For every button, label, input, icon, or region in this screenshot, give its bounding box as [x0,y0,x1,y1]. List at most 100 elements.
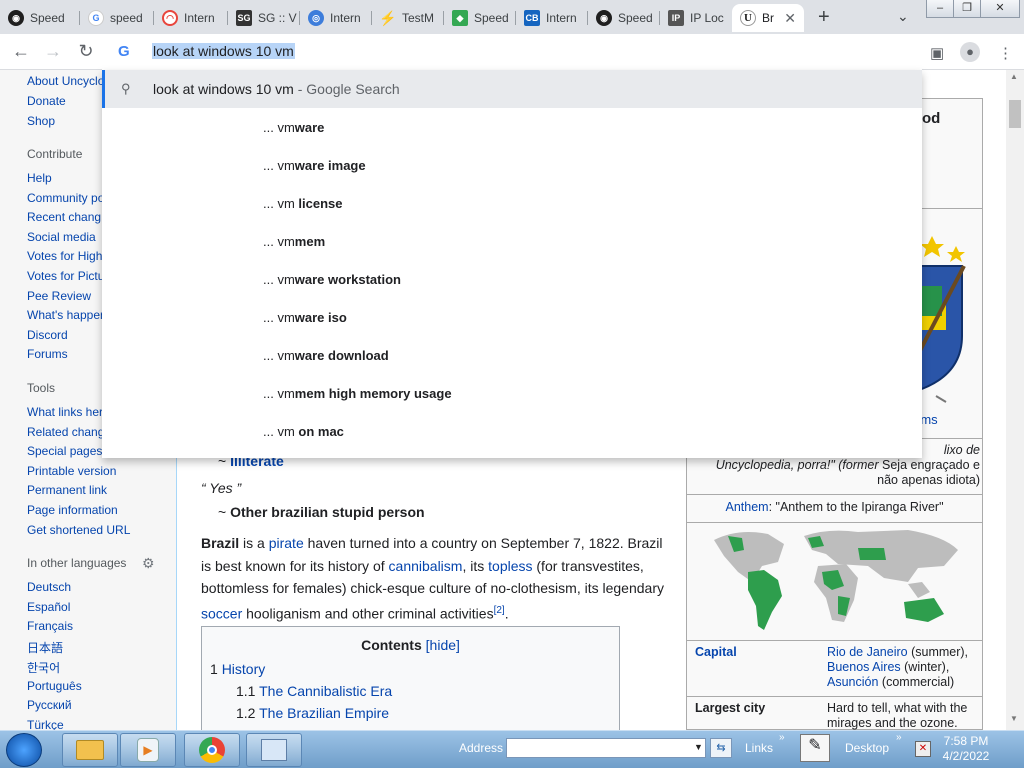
reference-2[interactable]: [2] [494,605,505,616]
tab-brazil-active[interactable]: U Br ✕ [732,4,804,32]
suggestion-item[interactable]: ... vm on mac [263,424,344,439]
suggestion-item[interactable]: ... vmmem high memory usage [263,386,452,401]
forward-arrow-icon[interactable]: → [41,41,65,62]
address-dropdown-icon[interactable]: ▼ [694,742,703,752]
sidebar-link[interactable]: Help [27,171,52,185]
rio-link[interactable]: Rio de Janeiro [827,645,908,659]
network-warning-icon[interactable]: ✕ [915,741,931,757]
new-tab-button[interactable]: + [818,6,830,29]
language-link[interactable]: 日本語 [27,639,63,656]
tab-ip-location[interactable]: IP IP Loc [660,4,732,32]
links-chevron-icon[interactable]: » [779,732,785,743]
tab-label: Intern [184,11,215,25]
back-arrow-icon[interactable]: ← [9,41,33,62]
minimize-button[interactable]: – [926,0,954,18]
language-link[interactable]: 한국어 [27,659,60,676]
capital-label[interactable]: Capital [695,645,737,659]
sidebar-link[interactable]: Votes for High [27,249,102,263]
taskbar-address-input[interactable] [506,738,706,758]
sidebar-link[interactable]: What's happen [27,308,107,322]
menu-kebab-icon[interactable]: ⋮ [998,44,1013,62]
suggestion-item[interactable]: ... vmware workstation [263,272,401,287]
tab-internet-1[interactable]: ◠ Intern [154,4,228,32]
tab-speed-2[interactable]: G speed [80,4,154,32]
language-link[interactable]: Русский [27,698,72,712]
tab-speed-3[interactable]: ◆ Speed [444,4,516,32]
scroll-down-arrow-icon[interactable]: ▼ [1010,714,1018,723]
asuncion-link[interactable]: Asunción [827,675,878,689]
scrollbar-thumb[interactable] [1009,100,1021,128]
sidebar-link[interactable]: Discord [27,328,68,342]
language-link[interactable]: Français [27,619,73,633]
taskbar-chrome[interactable] [184,733,240,767]
toc-item[interactable]: 1.1 The Cannibalistic Era [236,683,392,699]
taskbar-media-player[interactable]: ▶ [120,733,176,767]
tab-internet-3[interactable]: CB Intern [516,4,588,32]
close-tab-icon[interactable]: ✕ [784,10,796,27]
scroll-up-arrow-icon[interactable]: ▲ [1010,72,1018,81]
sidebar-link[interactable]: Special pages [27,444,102,458]
tab-testm[interactable]: ⚡ TestM [372,4,444,32]
sidebar-link[interactable]: What links her [27,405,103,419]
suggestion-item[interactable]: ... vmware download [263,348,389,363]
sidebar-link[interactable]: Votes for Pictu [27,269,104,283]
links-toolbar[interactable]: Links [745,741,773,755]
sidebar-link[interactable]: Pee Review [27,289,91,303]
go-arrow-icon[interactable]: ⇆ [710,738,732,758]
cannibalism-link[interactable]: cannibalism [389,558,463,574]
map-icon: ◆ [452,10,468,26]
sidebar-link[interactable]: Shop [27,114,55,128]
page-scrollbar[interactable] [1006,70,1024,730]
buenos-aires-link[interactable]: Buenos Aires [827,660,901,674]
taskbar-explorer[interactable] [62,733,118,767]
taskbar-clock[interactable]: 7:58 PM 4/2/2022 [938,734,994,764]
soccer-link[interactable]: soccer [201,605,242,621]
language-link[interactable]: Português [27,679,82,693]
maximize-button[interactable]: ❐ [953,0,981,18]
sidebar-link[interactable]: Recent chang [27,210,101,224]
sidebar-link[interactable]: Permanent link [27,483,107,497]
toc-hide-link[interactable]: [hide] [426,637,460,653]
tab-label: Br [762,11,774,25]
sidebar-link[interactable]: Get shortened URL [27,523,130,537]
suggestion-item[interactable]: ... vm license [263,196,342,211]
desktop-toolbar[interactable]: Desktop [845,741,889,755]
anthem-link[interactable]: Anthem [725,500,768,514]
sidebar-link[interactable]: Related chang [27,425,104,439]
sidebar-link[interactable]: Page information [27,503,118,517]
sidebar-link[interactable]: Community po [27,191,104,205]
tab-speed-1[interactable]: ◉ Speed [0,4,80,32]
tab-search-chevron-icon[interactable]: ⌄ [897,8,909,25]
profile-avatar-icon[interactable]: ● [960,42,980,62]
pirate-link[interactable]: pirate [269,535,304,551]
side-panel-icon[interactable]: ▣ [930,44,944,62]
language-link[interactable]: Español [27,600,70,614]
sidebar-link[interactable]: Forums [27,347,68,361]
start-button[interactable] [6,733,42,767]
sg-icon: SG [236,10,252,26]
suggestion-item[interactable]: ... vmware [263,120,324,135]
suggestion-google-search[interactable]: ⚲ look at windows 10 vm - Google Search [102,70,922,108]
tab-internet-2[interactable]: ◎ Intern [300,4,372,32]
omnibox[interactable]: G look at windows 10 vm [102,34,922,70]
suggestion-item[interactable]: ... vmmem [263,234,325,249]
sidebar-link[interactable]: Donate [27,94,66,108]
reload-icon[interactable]: ↻ [74,41,98,62]
suggestion-item[interactable]: ... vmware image [263,158,366,173]
sidebar-link[interactable]: Social media [27,230,96,244]
sidebar-link[interactable]: Printable version [27,464,116,478]
toc-item[interactable]: 1 History [210,661,265,677]
close-window-button[interactable]: ✕ [980,0,1020,18]
omnibox-input[interactable]: look at windows 10 vm [152,43,295,59]
suggestion-item[interactable]: ... vmware iso [263,310,347,325]
desktop-chevron-icon[interactable]: » [896,732,902,743]
topless-link[interactable]: topless [488,558,532,574]
signature-icon[interactable]: ✎ [800,734,830,762]
tab-speed-4[interactable]: ◉ Speed [588,4,660,32]
language-link[interactable]: Deutsch [27,580,71,594]
gear-icon[interactable]: ⚙ [142,555,155,572]
toc-item[interactable]: 1.2 The Brazilian Empire [236,705,389,721]
taskbar-control-panel[interactable] [246,733,302,767]
sidebar-link[interactable]: About Uncyclo [27,74,104,88]
tab-sg[interactable]: SG SG :: V [228,4,300,32]
